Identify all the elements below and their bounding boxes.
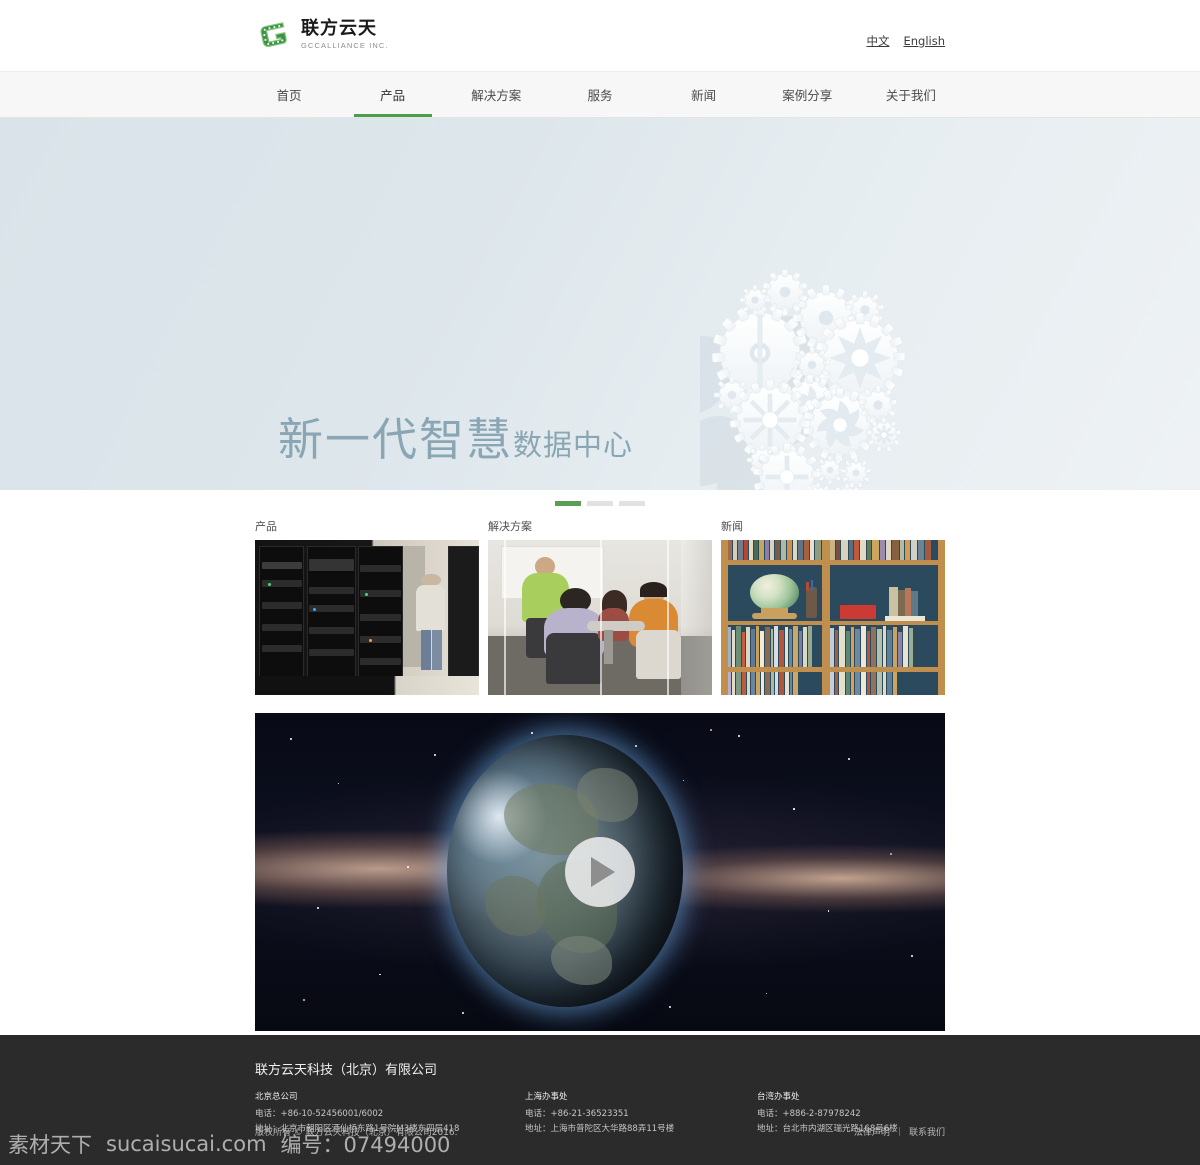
card-news: 新闻 <box>721 518 945 695</box>
card-label-products: 产品 <box>255 520 277 533</box>
nav-label: 案例分享 <box>782 88 833 103</box>
office-title: 北京总公司 <box>255 1092 298 1102</box>
nav-item-products[interactable]: 产品 <box>353 72 432 117</box>
nav-item-cases[interactable]: 案例分享 <box>768 72 846 117</box>
footer-link-legal[interactable]: 法律声明 <box>854 1125 890 1138</box>
nav-item-home[interactable]: 首页 <box>250 72 328 117</box>
card-label-solutions: 解决方案 <box>488 520 532 533</box>
card-label-news: 新闻 <box>721 520 743 533</box>
hero-banner: 新一代智慧 数据中心 <box>0 118 1200 490</box>
nav-item-services[interactable]: 服务 <box>561 72 639 117</box>
footer-bottom-bar: 版权所有 © 联方云天科技（北京）有限公司2016. 法律声明 | 联系我们 <box>255 1125 945 1139</box>
office-title: 上海办事处 <box>525 1092 568 1102</box>
card-image-solutions[interactable] <box>488 540 712 695</box>
office-phone: 电话：+86-21-36523351 <box>525 1108 629 1119</box>
nav-label: 服务 <box>587 88 613 103</box>
g-logo-icon <box>255 16 293 54</box>
logo-text: 联方云天 GCCALLIANCE INC. <box>301 20 389 50</box>
nav-item-about[interactable]: 关于我们 <box>872 72 950 117</box>
nav-label: 解决方案 <box>471 88 522 103</box>
copyright-text: 版权所有 © 联方云天科技（北京）有限公司2016. <box>255 1128 458 1138</box>
carousel-dot-2[interactable] <box>587 500 613 506</box>
card-image-news[interactable] <box>721 540 945 695</box>
card-image-products[interactable] <box>255 540 479 695</box>
play-triangle-icon <box>591 857 615 887</box>
hero-title-sub: 数据中心 <box>513 428 634 462</box>
hero-title: 新一代智慧 数据中心 <box>278 403 633 468</box>
carousel-dot-1[interactable] <box>555 500 581 506</box>
nav-label: 关于我们 <box>885 88 936 103</box>
carousel-dot-3[interactable] <box>619 500 645 506</box>
top-bar: 联方云天 GCCALLIANCE INC. 中文 English <box>0 0 1200 71</box>
site-footer: 联方云天科技（北京）有限公司 北京总公司 电话：+86-10-52456001/… <box>0 1035 1200 1165</box>
video-banner[interactable] <box>255 713 945 1031</box>
office-title: 台湾办事处 <box>757 1092 800 1102</box>
lightbulb-gears-icon <box>700 270 950 490</box>
card-solutions: 解决方案 <box>488 518 712 695</box>
lang-link-english[interactable]: English <box>903 34 945 48</box>
card-products: 产品 <box>255 518 479 695</box>
logo-name-cn: 联方云天 <box>301 18 377 40</box>
language-switcher: 中文 English <box>866 33 945 49</box>
office-phone: 电话：+86-10-52456001/6002 <box>255 1108 384 1119</box>
footer-links: 法律声明 | 联系我们 <box>854 1125 945 1139</box>
footer-link-separator: | <box>897 1126 901 1137</box>
nav-label: 新闻 <box>691 88 717 103</box>
nav-item-solutions[interactable]: 解决方案 <box>457 72 535 117</box>
lang-link-chinese[interactable]: 中文 <box>866 33 889 49</box>
office-phone: 电话：+886-2-87978242 <box>757 1108 861 1119</box>
play-button[interactable] <box>565 837 635 907</box>
site-logo[interactable]: 联方云天 GCCALLIANCE INC. <box>255 16 389 54</box>
nav-items: 首页 产品 解决方案 服务 新闻 案例分享 关于我们 <box>250 72 950 117</box>
nav-label: 产品 <box>380 88 406 103</box>
carousel-indicators <box>0 490 1200 516</box>
logo-name-en: GCCALLIANCE INC. <box>301 41 389 51</box>
main-navigation: 首页 产品 解决方案 服务 新闻 案例分享 关于我们 <box>0 71 1200 118</box>
nav-item-news[interactable]: 新闻 <box>665 72 743 117</box>
footer-company-name: 联方云天科技（北京）有限公司 <box>255 1063 438 1078</box>
hero-title-main: 新一代智慧 <box>278 413 514 466</box>
nav-label: 首页 <box>276 88 302 103</box>
feature-cards: 产品 解决方案 新闻 <box>255 516 945 695</box>
footer-link-contact[interactable]: 联系我们 <box>909 1125 945 1138</box>
